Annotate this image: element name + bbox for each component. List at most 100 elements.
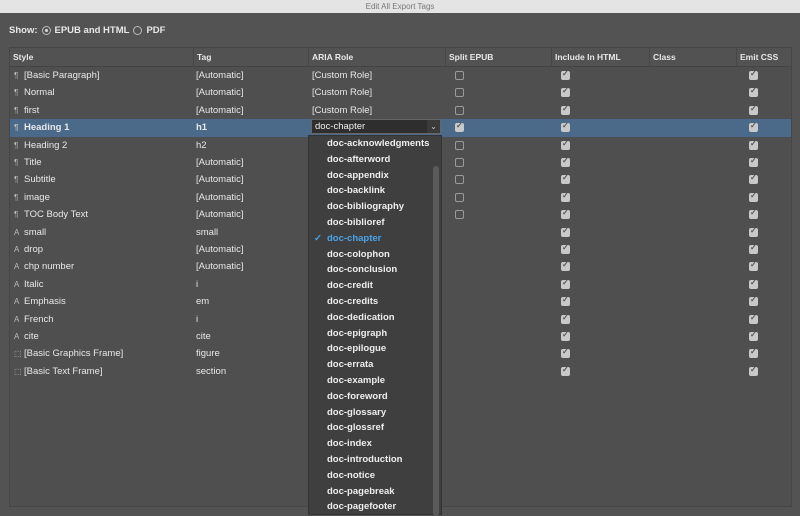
menu-item[interactable]: doc-pagefooter bbox=[327, 499, 396, 515]
tag-value[interactable]: i bbox=[196, 276, 198, 293]
emit-css-checkbox[interactable] bbox=[749, 330, 758, 341]
include-html-checkbox[interactable] bbox=[561, 295, 570, 307]
include-html-checkbox[interactable] bbox=[561, 278, 570, 289]
emit-css-checkbox[interactable] bbox=[749, 243, 758, 254]
tag-value[interactable]: [Automatic] bbox=[196, 154, 244, 171]
aria-role-select[interactable]: doc-chapter ⌄ bbox=[311, 119, 441, 134]
emit-css-checkbox[interactable] bbox=[749, 226, 758, 237]
include-html-checkbox[interactable] bbox=[561, 139, 570, 150]
menu-item[interactable]: doc-bibliography bbox=[327, 199, 404, 215]
menu-item[interactable]: doc-introduction bbox=[327, 452, 402, 468]
split-epub-checkbox[interactable] bbox=[455, 192, 464, 202]
tag-value[interactable]: [Automatic] bbox=[196, 258, 244, 275]
include-html-checkbox[interactable] bbox=[561, 313, 570, 324]
menu-item[interactable]: doc-notice bbox=[327, 468, 375, 484]
radio-epub-html[interactable] bbox=[41, 26, 51, 35]
menu-item[interactable]: doc-credit bbox=[327, 278, 373, 294]
include-html-checkbox[interactable] bbox=[561, 156, 570, 167]
emit-css-checkbox[interactable] bbox=[749, 208, 758, 220]
split-epub-checkbox[interactable] bbox=[455, 175, 464, 185]
split-epub-checkbox[interactable] bbox=[455, 158, 464, 167]
radio-epub-html-label[interactable]: EPUB and HTML bbox=[55, 25, 130, 36]
include-html-checkbox[interactable] bbox=[561, 86, 570, 98]
menu-item[interactable]: doc-biblioref bbox=[327, 215, 385, 231]
tag-value[interactable]: [Automatic] bbox=[196, 241, 244, 258]
split-epub-checkbox[interactable] bbox=[455, 210, 464, 220]
emit-css-checkbox[interactable] bbox=[749, 156, 758, 167]
table-row[interactable]: ¶ Normal [Automatic] [Custom Role] bbox=[10, 84, 791, 101]
radio-pdf[interactable] bbox=[133, 26, 143, 35]
include-html-checkbox[interactable] bbox=[561, 191, 570, 202]
column-header[interactable]: Style bbox=[10, 48, 193, 67]
include-html-checkbox[interactable] bbox=[561, 365, 570, 376]
menu-item[interactable]: doc-epigraph bbox=[327, 326, 387, 342]
emit-css-checkbox[interactable] bbox=[749, 139, 758, 150]
include-html-checkbox[interactable] bbox=[561, 260, 570, 272]
menu-item[interactable]: ✓ doc-chapter bbox=[314, 231, 381, 247]
tag-value[interactable]: [Automatic] bbox=[196, 67, 244, 84]
tag-value[interactable]: h2 bbox=[196, 137, 207, 154]
include-html-checkbox[interactable] bbox=[561, 104, 570, 115]
menu-item[interactable]: doc-backlink bbox=[327, 183, 385, 199]
table-row[interactable]: ¶ [Basic Paragraph] [Automatic] [Custom Rol… bbox=[10, 67, 791, 84]
menu-item[interactable]: doc-errata bbox=[327, 357, 373, 373]
menu-item[interactable]: doc-glossref bbox=[327, 420, 384, 436]
include-html-checkbox[interactable] bbox=[561, 243, 570, 254]
menu-item[interactable]: doc-foreword bbox=[327, 389, 388, 405]
column-header[interactable]: Include In HTML bbox=[551, 48, 649, 67]
split-epub-checkbox[interactable] bbox=[455, 88, 464, 98]
column-header[interactable]: Tag bbox=[193, 48, 308, 67]
emit-css-checkbox[interactable] bbox=[749, 347, 758, 359]
tag-value[interactable]: em bbox=[196, 293, 209, 310]
menu-item[interactable]: doc-glossary bbox=[327, 405, 386, 421]
tag-value[interactable]: [Automatic] bbox=[196, 189, 244, 206]
emit-css-checkbox[interactable] bbox=[749, 278, 758, 289]
tag-value[interactable]: cite bbox=[196, 328, 211, 345]
aria-role-value[interactable]: [Custom Role] bbox=[312, 102, 372, 119]
include-html-checkbox[interactable] bbox=[561, 208, 570, 220]
include-html-checkbox[interactable] bbox=[561, 330, 570, 341]
tag-value[interactable]: [Automatic] bbox=[196, 102, 244, 119]
split-epub-checkbox[interactable] bbox=[455, 140, 464, 150]
table-row[interactable]: ¶ first [Automatic] [Custom Role] bbox=[10, 102, 791, 119]
menu-item[interactable]: doc-colophon bbox=[327, 247, 390, 263]
menu-item[interactable]: doc-appendix bbox=[327, 168, 389, 184]
column-header[interactable]: Emit CSS bbox=[736, 48, 793, 67]
tag-value[interactable]: [Automatic] bbox=[196, 206, 244, 223]
radio-pdf-label[interactable]: PDF bbox=[146, 25, 165, 36]
tag-value[interactable]: i bbox=[196, 311, 198, 328]
split-epub-checkbox[interactable] bbox=[455, 71, 464, 80]
tag-value[interactable]: [Automatic] bbox=[196, 84, 244, 101]
emit-css-checkbox[interactable] bbox=[749, 121, 758, 133]
include-html-checkbox[interactable] bbox=[561, 347, 570, 359]
emit-css-checkbox[interactable] bbox=[749, 365, 758, 376]
menu-item[interactable]: doc-index bbox=[327, 436, 372, 452]
emit-css-checkbox[interactable] bbox=[749, 295, 758, 307]
emit-css-checkbox[interactable] bbox=[749, 313, 758, 324]
menu-item[interactable]: doc-pagebreak bbox=[327, 484, 395, 500]
include-html-checkbox[interactable] bbox=[561, 69, 570, 80]
chevron-down-icon[interactable]: ⌄ bbox=[427, 120, 440, 133]
emit-css-checkbox[interactable] bbox=[749, 86, 758, 98]
aria-role-value[interactable]: [Custom Role] bbox=[312, 84, 372, 101]
emit-css-checkbox[interactable] bbox=[749, 69, 758, 80]
split-epub-checkbox[interactable] bbox=[455, 121, 464, 133]
emit-css-checkbox[interactable] bbox=[749, 173, 758, 185]
include-html-checkbox[interactable] bbox=[561, 121, 570, 133]
include-html-checkbox[interactable] bbox=[561, 173, 570, 185]
aria-role-value[interactable]: [Custom Role] bbox=[312, 67, 372, 84]
emit-css-checkbox[interactable] bbox=[749, 104, 758, 115]
menu-item[interactable]: doc-dedication bbox=[327, 310, 395, 326]
tag-value[interactable]: section bbox=[196, 363, 226, 380]
split-epub-checkbox[interactable] bbox=[455, 105, 464, 115]
menu-item[interactable]: doc-acknowledgments bbox=[327, 136, 429, 152]
menu-item[interactable]: doc-epilogue bbox=[327, 341, 386, 357]
column-header[interactable]: Class bbox=[649, 48, 736, 67]
menu-item[interactable]: doc-example bbox=[327, 373, 385, 389]
menu-item[interactable]: doc-credits bbox=[327, 294, 378, 310]
emit-css-checkbox[interactable] bbox=[749, 260, 758, 272]
include-html-checkbox[interactable] bbox=[561, 226, 570, 237]
menu-item[interactable]: doc-afterword bbox=[327, 152, 390, 168]
emit-css-checkbox[interactable] bbox=[749, 191, 758, 202]
column-header[interactable]: Split EPUB bbox=[445, 48, 551, 67]
